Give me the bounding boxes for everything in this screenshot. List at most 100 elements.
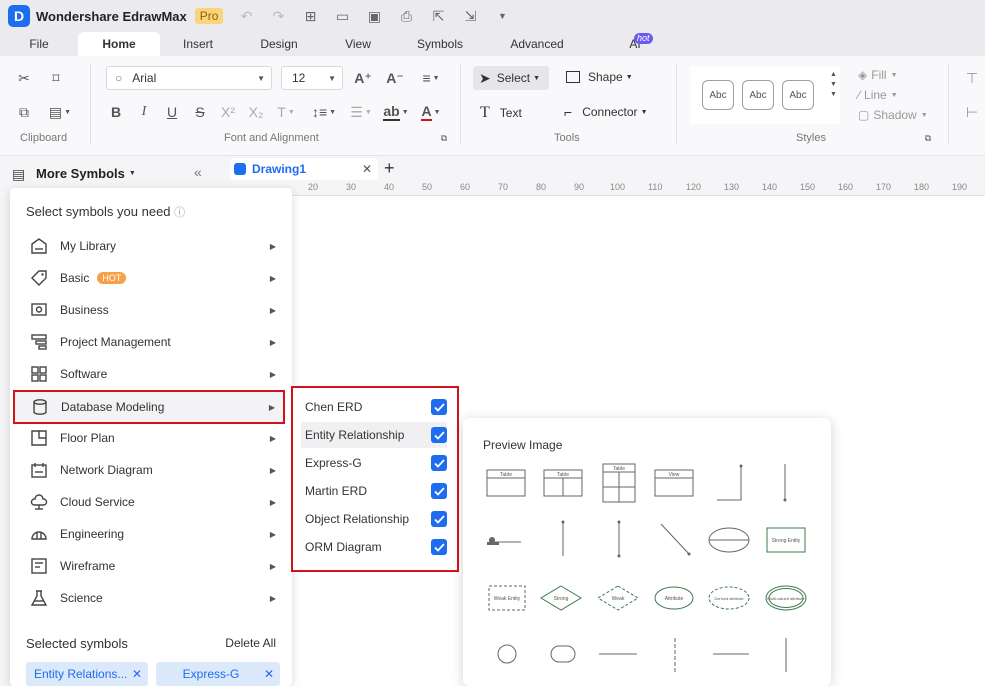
tab-insert[interactable]: Insert [172,32,224,56]
checkbox-checked-icon[interactable] [431,483,447,499]
close-icon[interactable]: ✕ [132,667,142,681]
submenu-item-express-g[interactable]: Express-G [301,450,447,476]
collapse-panel-icon[interactable]: « [194,164,202,180]
project-icon [28,331,50,353]
save-icon[interactable]: ▣ [365,8,383,25]
category-label: Project Management [60,335,171,349]
font-size-select[interactable]: 12 ▼ [281,66,343,90]
category-wireframe[interactable]: Wireframe ▶ [14,550,284,582]
shadow-button[interactable]: ▢ Shadow ▼ [858,108,928,122]
submenu-item-chen-erd[interactable]: Chen ERD [301,394,447,420]
shape-tool-button[interactable]: Shape ▼ [566,70,633,84]
customize-chevron-icon[interactable]: ▼ [493,11,511,21]
format-painter-icon[interactable]: ⌑ [46,68,66,88]
submenu-item-martin-erd[interactable]: Martin ERD [301,478,447,504]
font-color-icon[interactable]: A ▼ [416,102,446,122]
category-project-management[interactable]: Project Management ▶ [14,326,284,358]
superscript-icon[interactable]: X² [218,102,238,122]
tab-symbols[interactable]: Symbols [408,32,472,56]
more-symbols-button[interactable]: More Symbols [36,166,125,181]
bold-icon[interactable]: B [106,102,126,122]
checkbox-checked-icon[interactable] [431,399,447,415]
styles-dialog-icon[interactable]: ⧉ [922,132,934,144]
chevron-right-icon: ▶ [269,273,276,283]
submenu-item-label: Martin ERD [305,484,368,498]
line-button[interactable]: ∕ Line ▼ [858,88,898,102]
style-sample[interactable]: Abc [782,80,814,110]
arrange-icon[interactable]: ⊤ [962,68,982,88]
category-floor-plan[interactable]: Floor Plan ▶ [14,422,284,454]
line-spacing-icon[interactable]: ↕≡ ▼ [306,102,342,122]
new-icon[interactable]: ⊞ [301,8,319,25]
submenu-item-orm-diagram[interactable]: ORM Diagram [301,534,447,560]
submenu-item-object-relationship[interactable]: Object Relationship [301,506,447,532]
category-software[interactable]: Software ▶ [14,358,284,390]
text-case-icon[interactable]: T ▼ [272,102,300,122]
open-folder-icon[interactable]: ▭ [333,8,351,25]
close-icon[interactable]: ✕ [264,667,274,681]
category-science[interactable]: Science ▶ [14,582,284,614]
increase-font-icon[interactable]: A⁺ [352,68,374,88]
undo-icon[interactable]: ↶ [237,8,255,25]
preview-label: Table [557,472,569,478]
gallery-scroll-icon[interactable]: ▲ ▼ ▼ [830,70,837,100]
category-my-library[interactable]: My Library ▶ [14,230,284,262]
tab-file[interactable]: File [18,32,60,56]
text-tool-button[interactable]: T Text [480,104,522,122]
cut-icon[interactable]: ✂ [14,68,34,88]
tab-home[interactable]: Home [78,32,160,56]
checkbox-checked-icon[interactable] [431,511,447,527]
italic-icon[interactable]: I [134,102,154,122]
tab-ai[interactable]: AI hot [610,32,660,56]
selected-chip-entity-relationship[interactable]: Entity Relations... ✕ [26,662,148,686]
tab-advanced[interactable]: Advanced [500,32,574,56]
decrease-font-icon[interactable]: A⁻ [384,68,406,88]
redo-icon[interactable]: ↷ [269,8,287,25]
category-business[interactable]: Business ▶ [14,294,284,326]
paste-icon[interactable]: ▤ ▼ [46,102,74,122]
subscript-icon[interactable]: X₂ [246,102,266,122]
category-cloud-service[interactable]: Cloud Service ▶ [14,486,284,518]
close-icon[interactable]: ✕ [362,162,372,176]
font-family-select[interactable]: ○ Arial ▼ [106,66,272,90]
checkbox-checked-icon[interactable] [431,455,447,471]
connector-tool-button[interactable]: ⌐ Connector ▼ [564,104,648,120]
fill-button[interactable]: ◈ Fill ▼ [858,68,898,82]
submenu-item-label: Object Relationship [305,512,410,526]
copy-icon[interactable]: ⧉ [14,102,34,122]
library-icon [28,235,50,257]
submenu-item-entity-relationship[interactable]: Entity Relationship [301,422,447,448]
wireframe-icon [28,555,50,577]
align-shapes-icon[interactable]: ⊢ [962,102,982,122]
highlight-icon[interactable]: ab ▼ [380,102,412,122]
checkbox-checked-icon[interactable] [431,427,447,443]
pointer-icon: ➤ [479,69,491,86]
checkbox-checked-icon[interactable] [431,539,447,555]
chevron-right-icon: ▶ [269,561,276,571]
help-icon[interactable]: ⓘ [174,207,185,219]
export-icon[interactable]: ⇱ [429,8,447,25]
underline-icon[interactable]: U [162,102,182,122]
add-tab-icon[interactable]: + [384,158,395,178]
align-icon[interactable]: ≡ ▼ [416,68,446,88]
pro-badge[interactable]: Pro [194,8,224,24]
tab-design[interactable]: Design [250,32,308,56]
print-icon[interactable]: ⎙ [397,8,415,25]
share-icon[interactable]: ⇲ [461,8,479,25]
tab-drawing1[interactable]: Drawing1 ✕ [230,158,378,180]
select-tool-button[interactable]: ➤ Select ▼ [473,66,549,90]
style-sample[interactable]: Abc [742,80,774,110]
database-modeling-submenu: Chen ERD Entity Relationship Express-G M… [291,386,459,572]
delete-all-button[interactable]: Delete All [225,636,276,650]
tab-view[interactable]: View [334,32,382,56]
text-icon: T [480,104,490,121]
category-engineering[interactable]: Engineering ▶ [14,518,284,550]
strikethrough-icon[interactable]: S [190,102,210,122]
font-dialog-icon[interactable]: ⧉ [438,132,450,144]
list-icon[interactable]: ☰ ▼ [348,102,374,122]
category-network-diagram[interactable]: Network Diagram ▶ [14,454,284,486]
style-sample[interactable]: Abc [702,80,734,110]
category-database-modeling[interactable]: Database Modeling ▶ [13,390,285,424]
selected-chip-express-g[interactable]: Express-G ✕ [156,662,280,686]
category-basic[interactable]: Basic HOT ▶ [14,262,284,294]
